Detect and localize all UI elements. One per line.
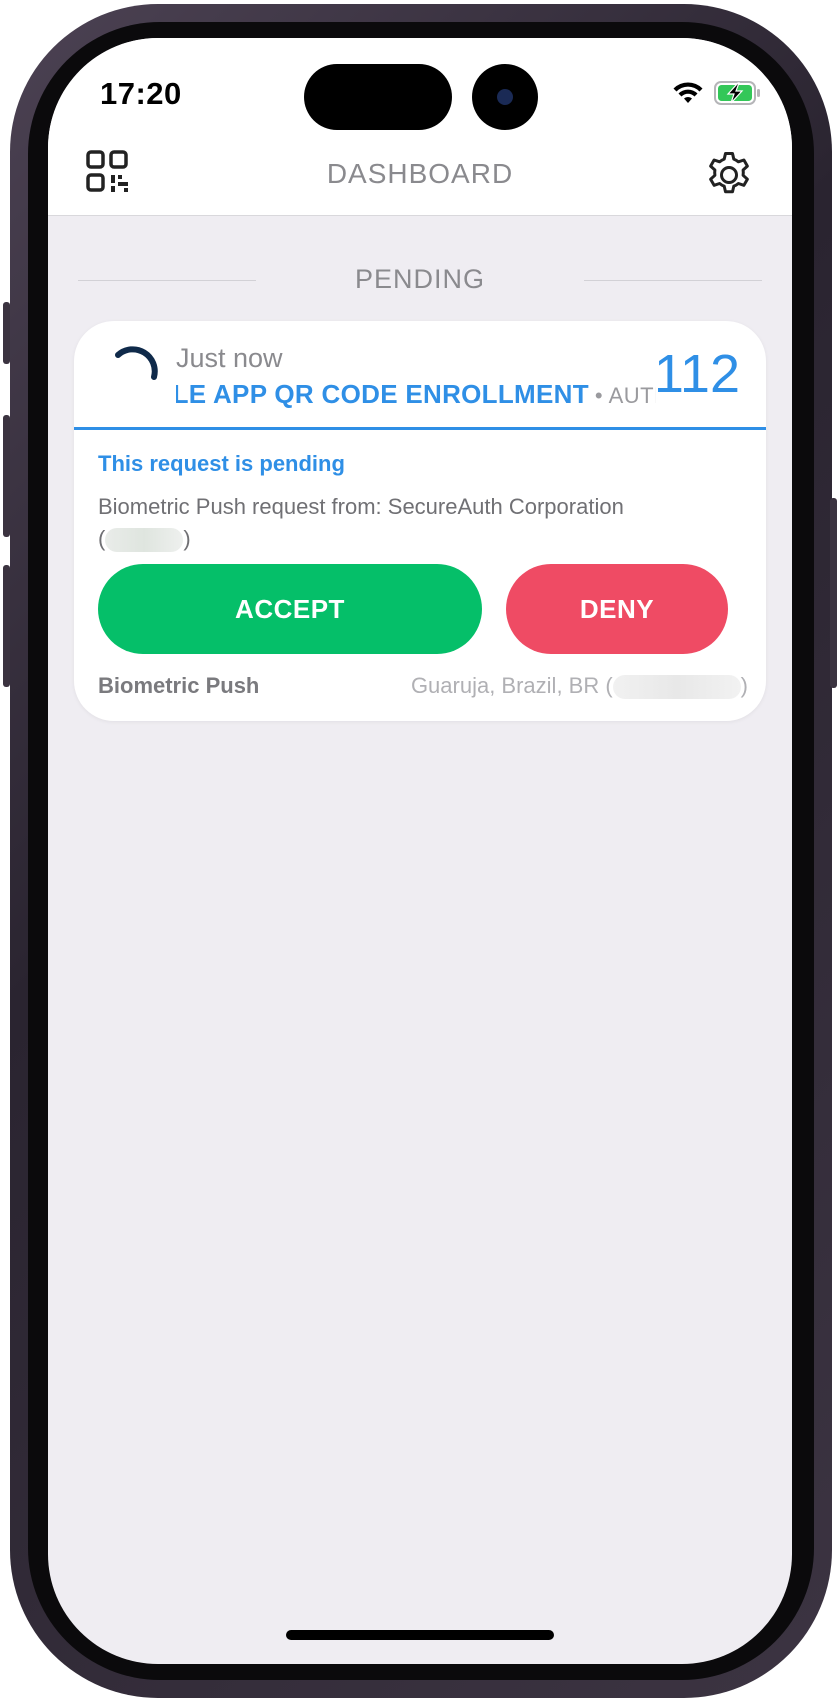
loading-spinner-icon: [115, 346, 158, 380]
dynamic-island: [304, 64, 452, 130]
accept-button[interactable]: ACCEPT: [98, 564, 482, 654]
verification-code: 112: [653, 344, 740, 404]
pending-section-header: PENDING: [78, 260, 762, 300]
location-text: Guaruja, Brazil, BR (: [410, 673, 613, 698]
wifi-icon: [673, 82, 703, 103]
request-location: Guaruja, Brazil, BR (): [410, 673, 748, 700]
request-card[interactable]: Just now BILE APP QR CODE ENROLLMENT • AUT…: [74, 321, 766, 721]
redacted-paren-close: ): [183, 526, 191, 551]
deny-button[interactable]: DENY: [506, 564, 728, 654]
redacted-id: [105, 528, 184, 553]
separator-dot: •: [594, 383, 603, 408]
status-icons: [672, 78, 762, 108]
volume-down-button: [3, 565, 10, 687]
divider-right: [584, 280, 762, 281]
request-time: Just now: [176, 343, 283, 373]
request-description-text: Biometric Push request from: SecureAuth …: [98, 494, 624, 519]
app-name-marquee: BILE APP QR CODE ENROLLMENT•AUTH: [176, 379, 656, 413]
app-name: BILE APP QR CODE ENROLLMENT: [176, 379, 589, 409]
front-camera: [472, 64, 538, 130]
organization-abbrev: AUTH: [608, 383, 656, 408]
redacted-paren-open: (: [98, 526, 106, 551]
power-button: [830, 498, 837, 688]
settings-button[interactable]: [704, 150, 754, 200]
home-indicator[interactable]: [286, 1630, 554, 1640]
top-bar: 17:20 DASHBOARD: [48, 38, 792, 216]
request-card-header: Just now BILE APP QR CODE ENROLLMENT • AUT…: [74, 321, 766, 430]
page-title: DASHBOARD: [326, 158, 514, 189]
request-description: Biometric Push request from: SecureAuth …: [98, 491, 738, 555]
action-button: [3, 302, 10, 364]
auth-method: Biometric Push: [98, 673, 260, 698]
status-time: 17:20: [100, 76, 182, 111]
gear-icon: [709, 152, 749, 194]
pending-status-message: This request is pending: [98, 451, 345, 476]
volume-up-button: [3, 415, 10, 537]
redacted-ip: [612, 675, 741, 700]
phone-screen: 17:20 DASHBOARD PENDING Just now BILE AP…: [48, 38, 792, 1664]
battery-charging-icon: [714, 81, 760, 105]
